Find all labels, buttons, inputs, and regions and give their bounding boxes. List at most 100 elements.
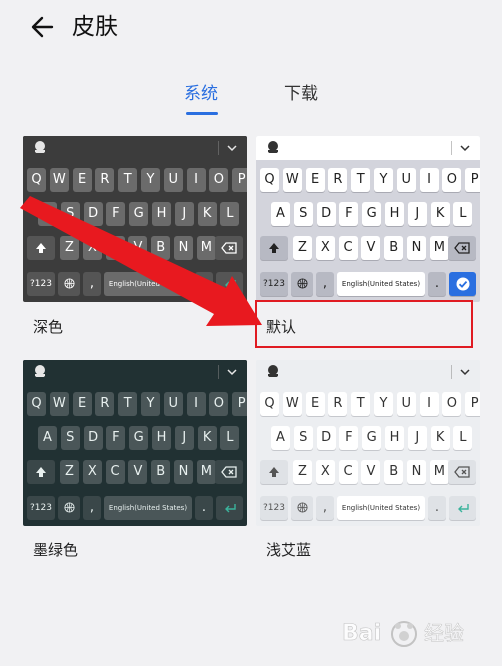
backspace-icon — [221, 466, 237, 478]
key-y: Y — [141, 168, 160, 192]
skin-card-dark-green[interactable]: Q W E R T Y U I O P A S D F G H J K L Z X C V B N M ?123, English(U… — [23, 360, 247, 526]
key-f: F — [339, 426, 359, 450]
toolbar-divider — [451, 365, 452, 379]
key-y: Y — [374, 168, 393, 192]
page-title: 皮肤 — [72, 14, 118, 40]
key-o: O — [209, 168, 229, 192]
key-n: N — [174, 460, 193, 484]
chevron-down-icon — [227, 369, 237, 376]
back-arrow-icon[interactable] — [28, 12, 58, 42]
key-t: T — [118, 392, 138, 416]
key-l: L — [220, 426, 240, 450]
shift-key — [260, 236, 288, 260]
skin-card-default[interactable]: Q W E R T Y U I O P A S D F G H J K L Z X C V B N M ?123, English(U… — [256, 136, 480, 302]
keyboard-preview: Q W E R T Y U I O P A S D F G H J K L Z X C V B N M ?123, English(U… — [256, 136, 480, 302]
key-m: M — [429, 460, 449, 484]
key-w: W — [282, 392, 302, 416]
numbers-key: ?123 — [27, 496, 55, 520]
key-p: P — [232, 168, 247, 192]
tab-download[interactable]: 下载 — [284, 80, 318, 108]
space-key: English(United States) — [104, 272, 192, 296]
key-y: Y — [141, 392, 160, 416]
numbers-key: ?123 — [260, 496, 288, 520]
enter-key — [216, 272, 243, 296]
key-p: P — [465, 168, 480, 192]
space-key: English(United States) — [337, 496, 425, 520]
key-z: Z — [60, 236, 79, 260]
key-k: K — [197, 202, 217, 226]
key-i: I — [186, 168, 206, 192]
key-c: C — [338, 236, 358, 260]
key-i: I — [186, 392, 206, 416]
key-c: C — [105, 460, 125, 484]
skin-card-light-blue[interactable]: Q W E R T Y U I O P A S D F G H J K L Z X C V B N M ?123, English(U… — [256, 360, 480, 526]
key-d: D — [316, 426, 336, 450]
key-a: A — [271, 202, 290, 226]
shift-icon — [269, 243, 279, 253]
enter-key — [449, 496, 476, 520]
key-z: Z — [293, 460, 312, 484]
key-p: P — [465, 392, 480, 416]
key-i: I — [419, 168, 439, 192]
backspace-key — [215, 236, 243, 260]
keyboard-logo-icon — [35, 365, 45, 377]
baidu-watermark-logo: Bai 经验 — [342, 621, 464, 647]
comma-key: , — [83, 496, 101, 520]
key-u: U — [396, 168, 416, 192]
key-u: U — [163, 168, 183, 192]
skin-label-dark-green: 墨绿色 — [33, 541, 79, 559]
key-h: H — [152, 426, 171, 450]
key-f: F — [106, 202, 126, 226]
keyboard-toolbar — [23, 136, 247, 160]
key-r: R — [95, 168, 115, 192]
key-p: P — [232, 392, 247, 416]
selection-highlight-box — [255, 300, 473, 348]
key-f: F — [106, 426, 126, 450]
keyboard-toolbar — [256, 360, 480, 384]
tab-system[interactable]: 系统 — [184, 80, 218, 108]
key-m: M — [196, 460, 216, 484]
shift-icon — [269, 467, 279, 477]
enter-icon — [224, 504, 236, 513]
period-key: . — [195, 272, 213, 296]
space-key: English(United States) — [104, 496, 192, 520]
key-l: L — [220, 202, 240, 226]
key-m: M — [196, 236, 216, 260]
key-w: W — [282, 168, 302, 192]
key-t: T — [351, 168, 371, 192]
toolbar-divider — [451, 141, 452, 155]
skin-card-dark[interactable]: Q W E R T Y U I O P A S D F G H J K L Z X C V B N M ?123, English(U… — [23, 136, 247, 302]
key-e: E — [72, 168, 92, 192]
keyboard-logo-icon — [268, 141, 278, 153]
backspace-icon — [454, 242, 470, 254]
keyboard-logo-icon — [268, 365, 278, 377]
key-a: A — [38, 202, 57, 226]
key-u: U — [163, 392, 183, 416]
numbers-key: ?123 — [27, 272, 55, 296]
comma-key: , — [316, 496, 334, 520]
key-d: D — [316, 202, 336, 226]
key-j: J — [407, 202, 427, 226]
space-key: English(United States) — [337, 272, 425, 296]
globe-icon — [63, 278, 75, 289]
key-y: Y — [374, 392, 393, 416]
key-e: E — [305, 168, 325, 192]
enter-icon — [457, 504, 469, 513]
key-w: W — [49, 392, 69, 416]
globe-icon — [296, 502, 308, 513]
skin-label-light-blue: 浅艾蓝 — [266, 541, 312, 559]
key-q: Q — [260, 168, 279, 192]
active-tab-indicator — [186, 112, 218, 115]
comma-key: , — [316, 272, 334, 296]
keyboard-preview: Q W E R T Y U I O P A S D F G H J K L Z X C V B N M ?123, English(U… — [23, 360, 247, 526]
key-f: F — [339, 202, 359, 226]
key-x: X — [315, 236, 335, 260]
period-key: . — [428, 496, 446, 520]
svg-text:经验: 经验 — [424, 621, 464, 645]
backspace-icon — [454, 466, 470, 478]
key-s: S — [293, 202, 313, 226]
backspace-key — [448, 460, 476, 484]
numbers-key: ?123 — [260, 272, 288, 296]
chevron-down-icon — [460, 145, 470, 152]
keyboard-preview: Q W E R T Y U I O P A S D F G H J K L Z X C V B N M ?123, English(U… — [23, 136, 247, 302]
